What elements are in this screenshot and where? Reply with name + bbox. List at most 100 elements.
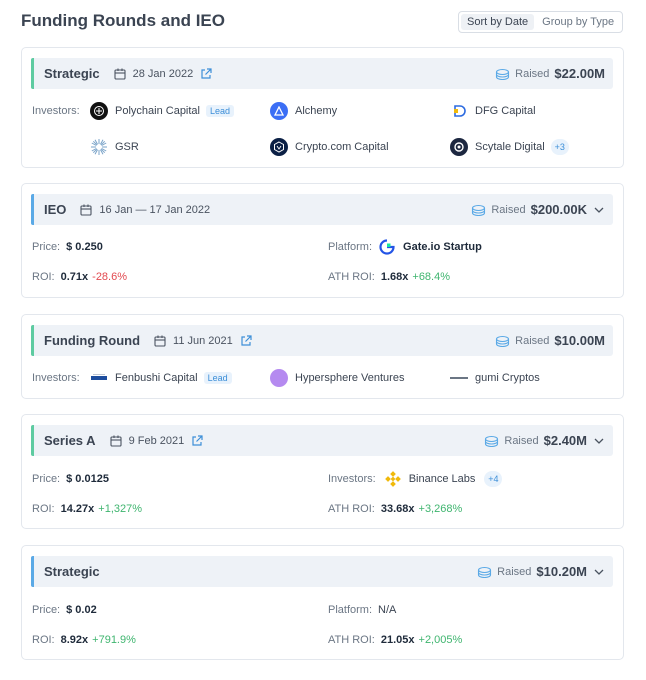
investor-name: GSR (115, 141, 139, 153)
investor-name[interactable]: Binance Labs (409, 473, 476, 485)
investor-alchemy[interactable]: Alchemy (270, 102, 337, 120)
roi-row: ROI: 0.71x -28.6% (32, 271, 127, 283)
roi-change: +791.9% (92, 634, 136, 646)
round-title: Funding Round (44, 333, 141, 348)
round-type-bar (31, 194, 34, 225)
raised-label: Raised (491, 203, 526, 216)
investors-label: Investors: (328, 473, 376, 485)
ath-roi-change: +68.4% (412, 271, 451, 283)
investor-crypto-com-capital[interactable]: Crypto.com Capital (270, 138, 389, 156)
round-date-text: 11 Jun 2021 (173, 334, 233, 347)
chevron-down-icon[interactable] (593, 566, 605, 578)
external-link-icon[interactable] (240, 334, 252, 347)
investor-fenbushi-capital[interactable]: Fenbushi Capital Lead (90, 369, 232, 387)
raised-info: Raised $200.00K (471, 194, 605, 225)
round-type-bar (31, 556, 34, 587)
round-card-funding-round: Funding Round 11 Jun 2021 Raised $10.00M… (21, 314, 624, 399)
investor-gsr[interactable]: GSR (90, 138, 139, 156)
ath-roi-change: +2,005% (418, 634, 463, 646)
ath-roi-label: ATH ROI: (328, 634, 375, 646)
raised-label: Raised (497, 565, 532, 578)
raised-info: Raised $22.00M (495, 58, 605, 89)
ath-roi-value: 21.05x (380, 634, 415, 646)
roi-label: ROI: (32, 503, 55, 515)
round-date: 9 Feb 2021 (110, 435, 204, 447)
round-card-ieo: IEO 16 Jan — 17 Jan 2022 Raised $200.00K… (21, 183, 624, 298)
more-investors-badge[interactable]: +3 (550, 139, 569, 155)
gate-io-logo-icon (378, 238, 397, 256)
binance-logo-icon (383, 470, 402, 488)
round-header[interactable]: IEO 16 Jan — 17 Jan 2022 Raised $200.00K (31, 194, 613, 225)
platform-value[interactable]: Gate.io Startup (403, 241, 482, 253)
roi-change: -28.6% (92, 271, 128, 283)
polychain-logo-icon (90, 102, 108, 120)
round-type-bar (31, 58, 34, 89)
investors-row: Investors: Binance Labs +4 (328, 470, 503, 488)
raised-amount: $10.20M (536, 564, 587, 579)
calendar-icon (114, 68, 126, 80)
investor-dfg-capital[interactable]: DFG Capital (450, 102, 536, 120)
platform-label: Platform: (328, 241, 373, 253)
price-value: $ 0.02 (66, 604, 97, 616)
ath-roi-row: ATH ROI: 33.68x +3,268% (328, 503, 462, 515)
sort-by-date-button[interactable]: Sort by Date (461, 14, 535, 30)
chevron-down-icon[interactable] (593, 435, 605, 447)
more-investors-badge[interactable]: +4 (484, 471, 503, 487)
investor-name: Crypto.com Capital (295, 141, 389, 153)
round-type-bar (31, 425, 34, 456)
ath-roi-change: +3,268% (418, 503, 463, 515)
round-card-series-a: Series A 9 Feb 2021 Raised $2.40M Price:… (21, 414, 624, 529)
external-link-icon[interactable] (200, 67, 212, 80)
investor-gumi-cryptos[interactable]: gumi Cryptos (450, 369, 540, 387)
round-header[interactable]: Series A 9 Feb 2021 Raised $2.40M (31, 425, 613, 456)
lead-badge: Lead (206, 105, 235, 117)
round-header: Funding Round 11 Jun 2021 Raised $10.00M (31, 325, 613, 356)
calendar-icon (110, 435, 122, 447)
investors-label: Investors: (32, 372, 80, 384)
hypersphere-logo-icon (270, 369, 288, 387)
round-title: Strategic (44, 564, 100, 579)
roi-value: 14.27x (60, 503, 95, 515)
chevron-down-icon[interactable] (593, 204, 605, 216)
investor-name: DFG Capital (475, 105, 536, 117)
price-row: Price: $ 0.02 (32, 604, 97, 616)
raised-amount: $200.00K (530, 202, 587, 217)
ath-roi-value: 33.68x (380, 503, 415, 515)
roi-change: +1,327% (98, 503, 143, 515)
sort-toggle: Sort by Date Group by Type (458, 11, 623, 33)
coins-icon (496, 68, 510, 80)
platform-row: Platform: N/A (328, 604, 396, 616)
coins-icon (472, 204, 486, 216)
group-by-type-button[interactable]: Group by Type (536, 14, 620, 30)
round-title: Strategic (44, 66, 100, 81)
ath-roi-label: ATH ROI: (328, 271, 375, 283)
ath-roi-row: ATH ROI: 1.68x +68.4% (328, 271, 450, 283)
gsr-logo-icon (90, 138, 108, 156)
gumi-cryptos-logo-icon (450, 369, 468, 387)
calendar-icon (154, 335, 166, 347)
investor-hypersphere-ventures[interactable]: Hypersphere Ventures (270, 369, 404, 387)
investor-scytale-digital[interactable]: Scytale Digital +3 (450, 138, 569, 156)
round-date-text: 28 Jan 2022 (132, 67, 194, 80)
raised-amount: $22.00M (554, 66, 605, 81)
roi-row: ROI: 14.27x +1,327% (32, 503, 142, 515)
investor-polychain-capital[interactable]: Polychain Capital Lead (90, 102, 235, 120)
round-header: Strategic 28 Jan 2022 Raised $22.00M (31, 58, 613, 89)
investor-name: gumi Cryptos (475, 372, 540, 384)
external-link-icon[interactable] (191, 434, 203, 447)
page-title: Funding Rounds and IEO (21, 11, 225, 30)
coins-icon (496, 335, 510, 347)
price-row: Price: $ 0.0125 (32, 473, 109, 485)
raised-info: Raised $10.00M (495, 325, 605, 356)
round-title: Series A (44, 433, 96, 448)
roi-value: 8.92x (60, 634, 89, 646)
ath-roi-value: 1.68x (380, 271, 409, 283)
round-date-text: 16 Jan — 17 Jan 2022 (99, 203, 211, 216)
investor-name: Polychain Capital (115, 105, 200, 117)
alchemy-logo-icon (270, 102, 288, 120)
platform-value: N/A (378, 604, 397, 616)
investor-name: Fenbushi Capital (115, 372, 198, 384)
round-header[interactable]: Strategic Raised $10.20M (31, 556, 613, 587)
lead-badge: Lead (203, 372, 232, 384)
coins-icon (478, 566, 492, 578)
